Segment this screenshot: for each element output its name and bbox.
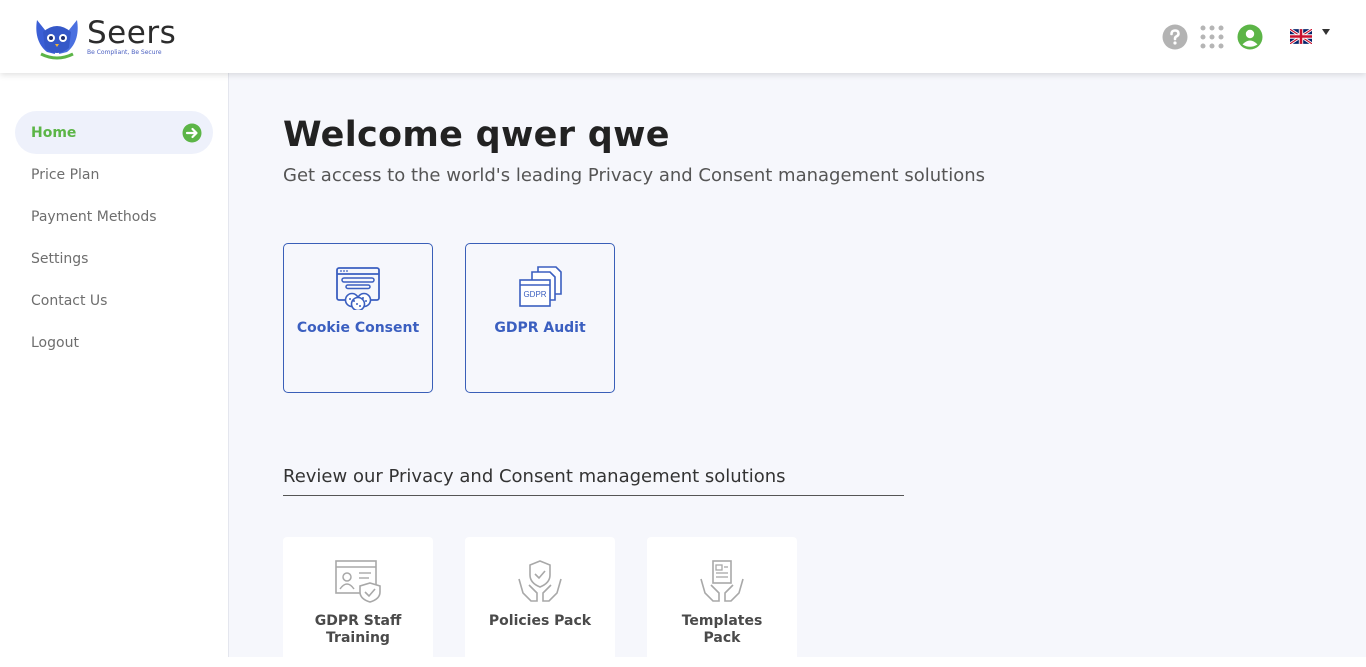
review-section-title: Review our Privacy and Consent managemen… xyxy=(283,466,786,487)
policies-pack-tile[interactable]: Policies Pack xyxy=(465,537,615,667)
section-divider xyxy=(283,495,904,496)
sidebar-item-price-plan[interactable]: Price Plan xyxy=(15,153,213,196)
help-icon[interactable] xyxy=(1162,24,1188,50)
caret-down-icon[interactable] xyxy=(1321,28,1331,36)
main-content: Welcome qwer qwe Get access to the world… xyxy=(229,73,1366,667)
sidebar-item-contact-us[interactable]: Contact Us xyxy=(15,279,213,322)
sidebar-item-home[interactable]: Home xyxy=(15,111,213,154)
sidebar-item-label: Logout xyxy=(31,334,79,351)
sidebar-item-logout[interactable]: Logout xyxy=(15,321,213,364)
policies-pack-icon xyxy=(518,560,562,602)
sidebar-item-label: Payment Methods xyxy=(31,208,157,225)
top-header: Seers Be Compliant, Be Secure xyxy=(0,0,1366,73)
sidebar-item-payment-methods[interactable]: Payment Methods xyxy=(15,195,213,238)
brand-tagline: Be Compliant, Be Secure xyxy=(87,48,162,56)
seers-logo[interactable]: Seers Be Compliant, Be Secure xyxy=(33,14,176,60)
tile-label: Policies Pack xyxy=(488,613,592,629)
sidebar-item-settings[interactable]: Settings xyxy=(15,237,213,280)
gdpr-audit-icon: GDPR xyxy=(519,266,562,307)
gdpr-staff-training-tile[interactable]: GDPR Staff Training xyxy=(283,537,433,667)
sidebar-item-label: Home xyxy=(31,124,77,141)
tile-label: GDPR Staff Training xyxy=(314,613,402,646)
brand-name: Seers xyxy=(87,14,177,51)
staff-training-icon xyxy=(335,560,381,603)
page-title: Welcome qwer qwe xyxy=(283,115,670,155)
cookie-consent-icon xyxy=(336,267,380,310)
sidebar-item-label: Price Plan xyxy=(31,166,100,183)
templates-pack-icon xyxy=(700,560,744,602)
uk-flag-icon[interactable] xyxy=(1290,29,1312,44)
sidebar-item-label: Contact Us xyxy=(31,292,108,309)
templates-pack-tile[interactable]: Templates Pack xyxy=(647,537,797,667)
sidebar-nav: Home Price Plan Payment Methods Settings… xyxy=(0,73,229,657)
sidebar-item-label: Settings xyxy=(31,250,89,267)
owl-logo-icon xyxy=(36,20,78,60)
arrow-right-circle-icon xyxy=(182,123,202,143)
cookie-consent-card[interactable]: Cookie Consent xyxy=(283,243,433,393)
svg-text:GDPR: GDPR xyxy=(523,290,546,299)
user-account-icon[interactable] xyxy=(1237,24,1263,50)
card-label: Cookie Consent xyxy=(296,320,420,336)
page-subtitle: Get access to the world's leading Privac… xyxy=(283,165,985,186)
card-label: GDPR Audit xyxy=(494,320,586,336)
tile-label: Templates Pack xyxy=(681,613,763,646)
apps-grid-icon[interactable] xyxy=(1200,25,1224,49)
gdpr-audit-card[interactable]: GDPR GDPR Audit xyxy=(465,243,615,393)
